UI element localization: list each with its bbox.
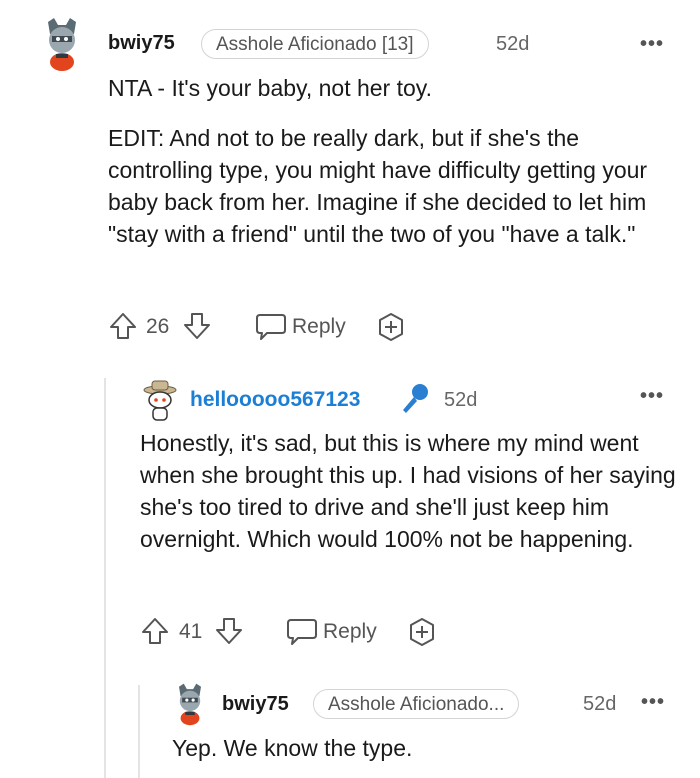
downvote-button[interactable]	[214, 615, 244, 647]
mic-icon	[398, 381, 432, 415]
upvote-button[interactable]	[108, 310, 138, 342]
downvote-button[interactable]	[182, 310, 212, 342]
reply-button[interactable]: Reply	[285, 617, 377, 647]
user-avatar[interactable]	[40, 16, 84, 71]
vote-count: 26	[146, 315, 170, 338]
more-options-button[interactable]: •••	[640, 33, 664, 56]
vote-count: 41	[179, 620, 203, 643]
comment-edit-text: EDIT: And not to be really dark, but if …	[108, 125, 654, 247]
downvote-arrow-icon	[184, 313, 210, 339]
thread-line-1[interactable]	[104, 378, 106, 778]
award-button[interactable]	[375, 311, 407, 343]
avatar-icon	[143, 380, 177, 421]
username[interactable]: bwiy75	[108, 32, 175, 55]
user-avatar[interactable]	[172, 682, 208, 726]
avatar-icon	[48, 18, 76, 71]
award-plus-icon	[410, 618, 434, 646]
avatar-icon	[179, 683, 201, 726]
upvote-arrow-icon	[110, 313, 136, 339]
comment-age: 52d	[583, 693, 617, 715]
upvote-arrow-icon	[142, 618, 168, 644]
comment-bubble-icon	[256, 314, 286, 340]
comment-bubble-icon	[287, 619, 317, 645]
comment-text: Honestly, it's sad, but this is where my…	[140, 430, 683, 552]
reply-button[interactable]: Reply	[254, 312, 346, 342]
award-button[interactable]	[406, 616, 438, 648]
more-options-button[interactable]: •••	[640, 385, 664, 408]
user-flair: Asshole Aficionado [13]	[201, 29, 429, 59]
award-plus-icon	[379, 313, 403, 341]
username[interactable]: hellooooo567123	[190, 388, 360, 412]
user-flair: Asshole Aficionado...	[313, 689, 520, 719]
username[interactable]: bwiy75	[222, 693, 289, 716]
user-avatar[interactable]	[140, 378, 180, 424]
comment-text: NTA - It's your baby, not her toy.	[108, 75, 432, 101]
reply-label: Reply	[292, 315, 346, 338]
downvote-arrow-icon	[216, 618, 242, 644]
upvote-button[interactable]	[140, 615, 170, 647]
comment-text: Yep. We know the type.	[172, 735, 413, 761]
comment-age: 52d	[496, 33, 530, 55]
reply-label: Reply	[323, 620, 377, 643]
comment-age: 52d	[444, 389, 478, 411]
more-options-button[interactable]: •••	[641, 691, 665, 714]
thread-line-2[interactable]	[138, 685, 140, 778]
